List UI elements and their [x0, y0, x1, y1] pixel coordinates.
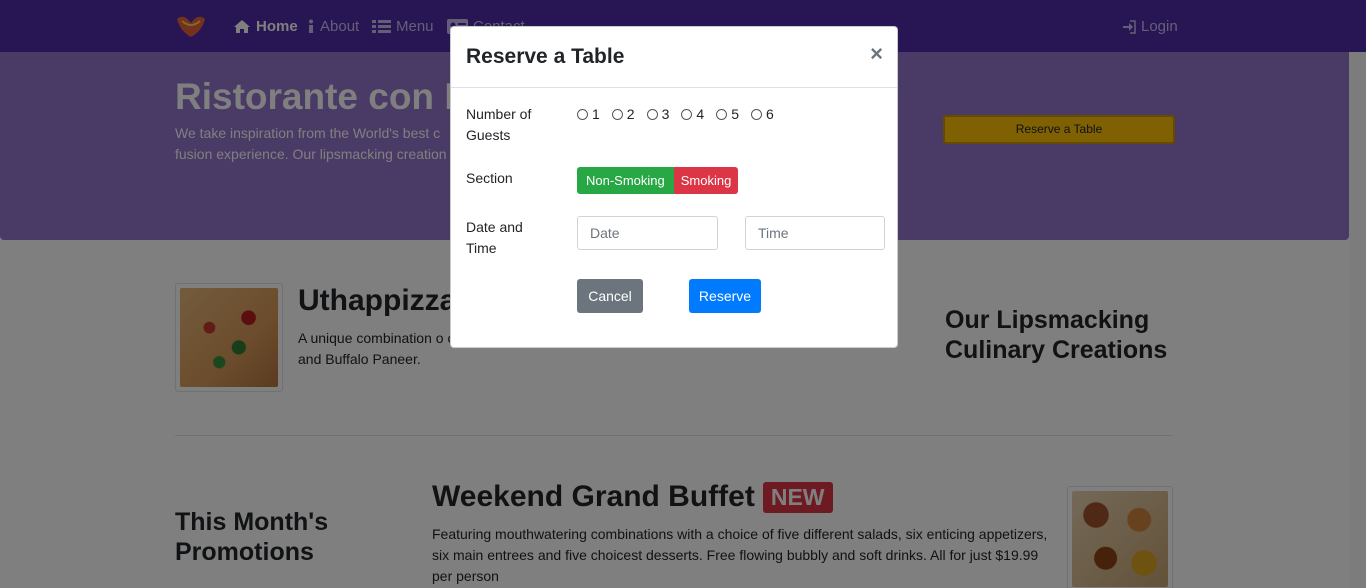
time-input[interactable]: [745, 216, 885, 250]
guests-radio-group: 1 2 3 4 5 6: [577, 106, 774, 122]
modal-title: Reserve a Table: [466, 45, 625, 68]
reserve-button[interactable]: Reserve: [689, 279, 761, 313]
guest-option-3[interactable]: 3: [646, 106, 670, 122]
guest-option-label: 4: [696, 106, 705, 122]
guest-option-label: 1: [592, 106, 600, 122]
date-input[interactable]: [577, 216, 718, 250]
guest-option-5[interactable]: 5: [716, 106, 739, 122]
non-smoking-button[interactable]: Non-Smoking: [577, 167, 674, 194]
guest-option-label: 6: [765, 106, 774, 122]
guest-option-label: 5: [731, 106, 739, 122]
guest-option-label: 2: [626, 106, 635, 122]
guest-option-4[interactable]: 4: [681, 106, 704, 122]
radio-button[interactable]: [681, 108, 693, 120]
radio-button[interactable]: [611, 108, 623, 120]
guests-label: Number of Guests: [466, 106, 532, 143]
guest-option-6[interactable]: 6: [750, 106, 774, 122]
radio-button[interactable]: [646, 108, 658, 120]
section-label: Section: [466, 170, 513, 186]
radio-button[interactable]: [577, 108, 588, 120]
smoking-button[interactable]: Smoking: [673, 167, 739, 194]
section-toggle-group: Non-Smoking Smoking: [577, 167, 739, 194]
guest-option-1[interactable]: 1: [577, 106, 600, 122]
guest-option-2[interactable]: 2: [611, 106, 635, 122]
radio-button[interactable]: [750, 108, 762, 120]
cancel-button[interactable]: Cancel: [577, 279, 643, 313]
close-button[interactable]: ×: [870, 43, 883, 65]
scrollbar[interactable]: [1349, 52, 1366, 588]
radio-button[interactable]: [716, 108, 728, 120]
reserve-modal: Reserve a Table × Number of Guests 1 2 3…: [450, 26, 898, 348]
datetime-label: Date and Time: [466, 219, 523, 256]
guest-option-label: 3: [661, 106, 670, 122]
modal-header: Reserve a Table ×: [451, 27, 897, 88]
